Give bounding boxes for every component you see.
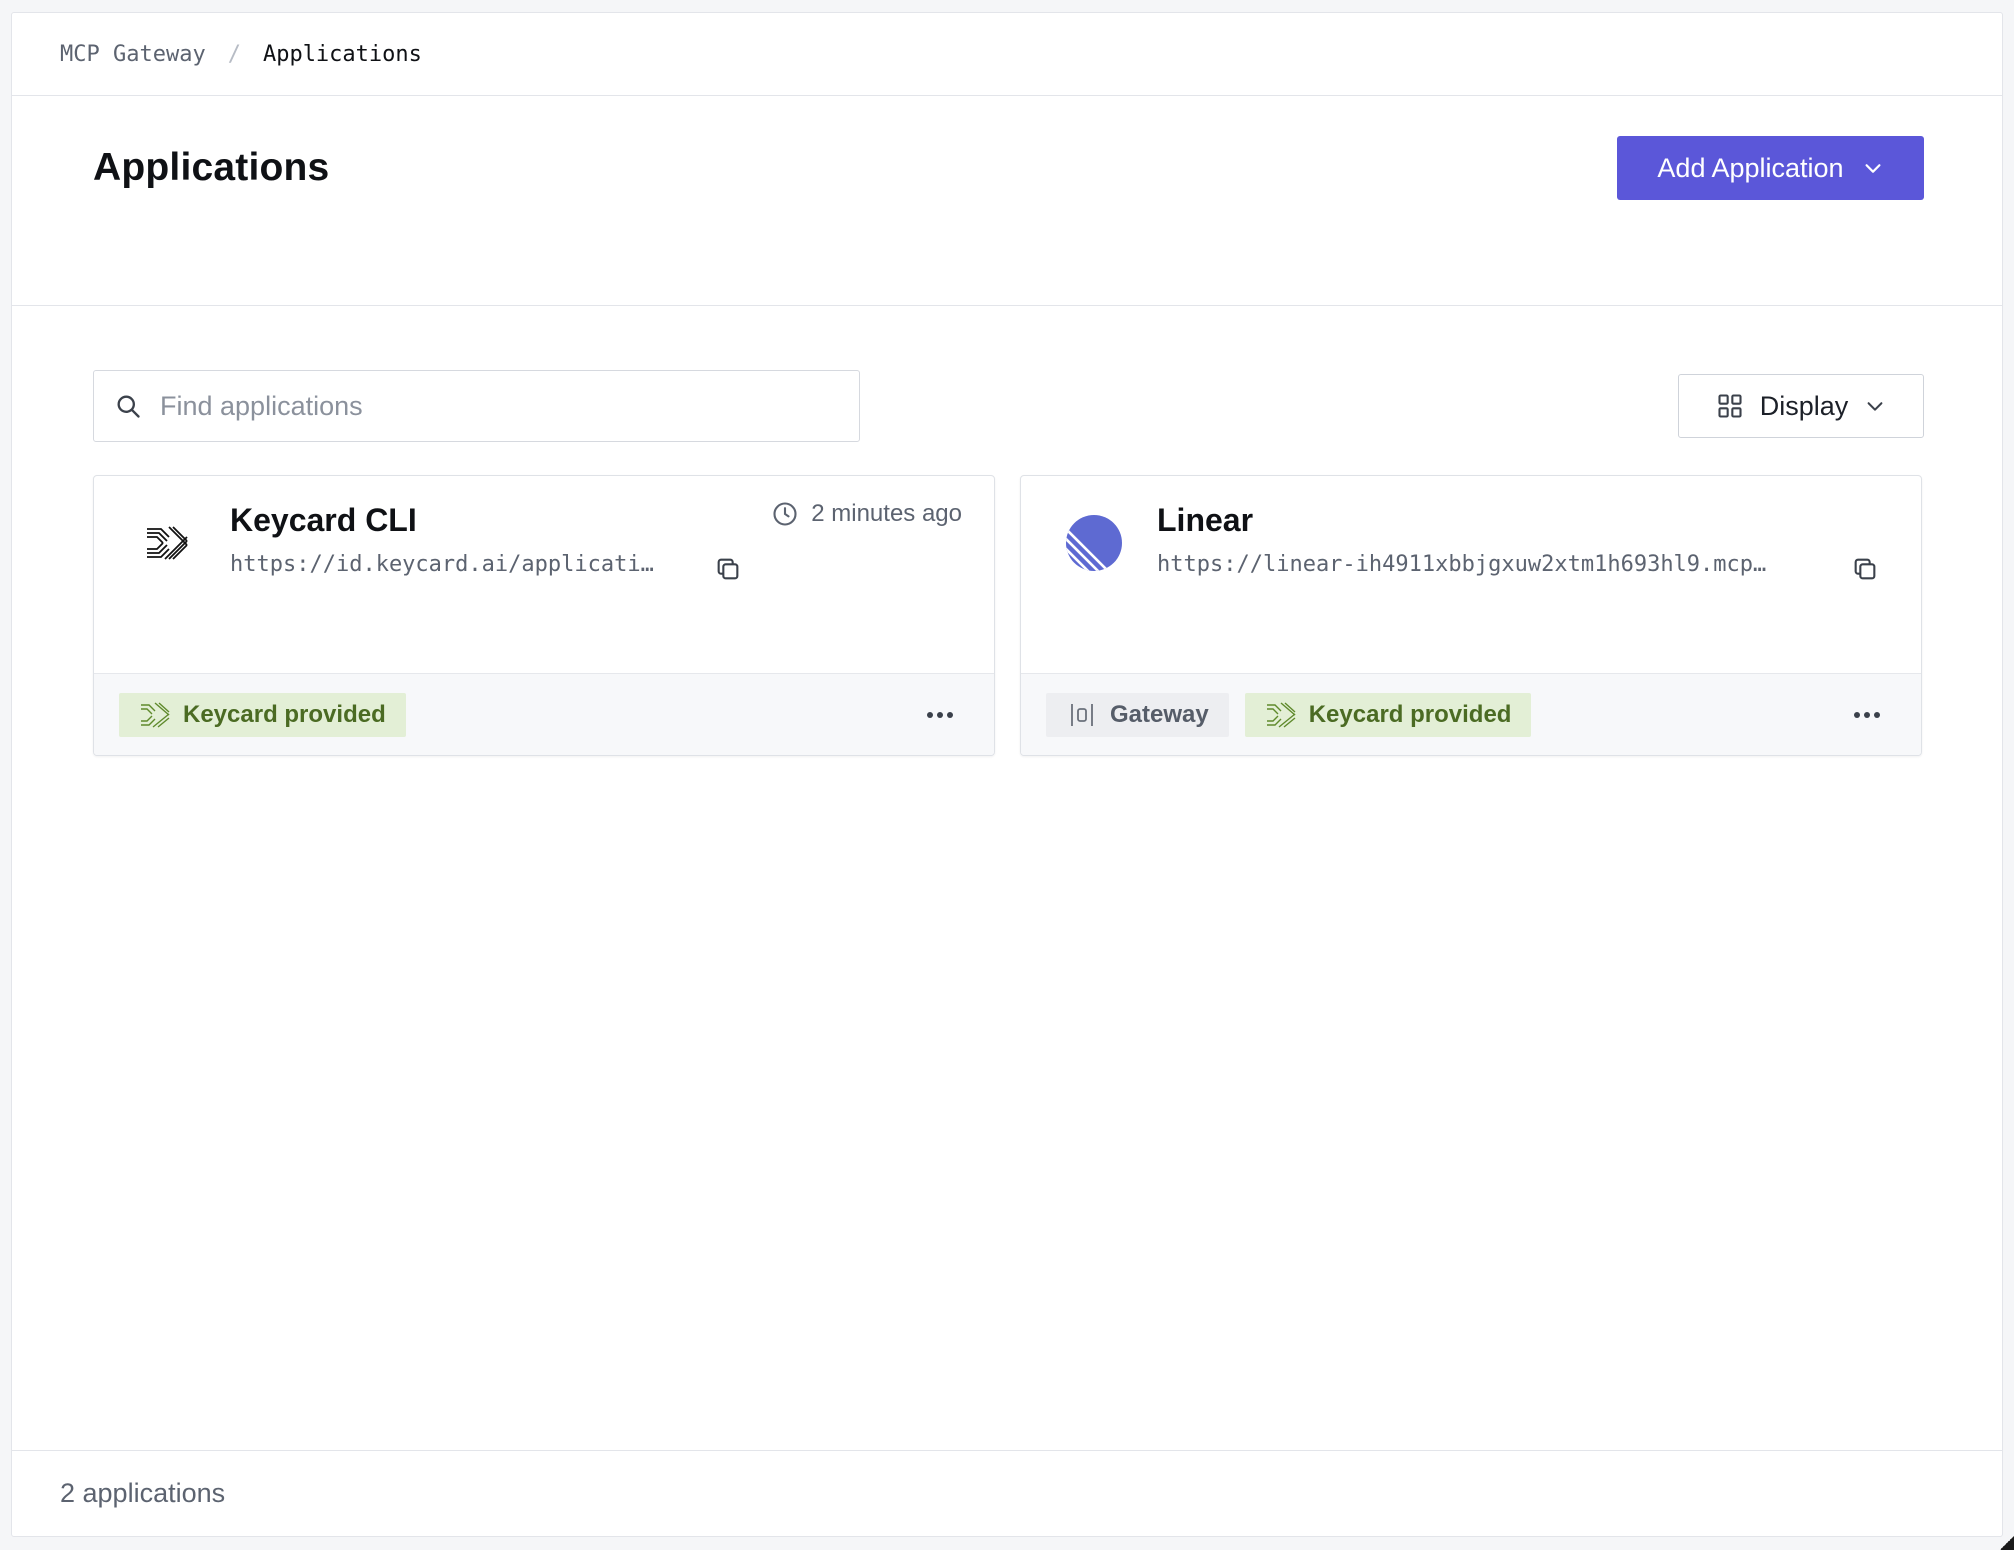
- keycard-provided-badge: Keycard provided: [1244, 692, 1532, 737]
- resize-handle[interactable]: [2000, 1536, 2014, 1550]
- page-header: Applications Add Application: [12, 96, 2002, 306]
- application-url: https://id.keycard.ai/applicati…: [230, 552, 654, 577]
- application-url: https://linear-ih4911xbbjgxuw2xtm1h693hl…: [1157, 552, 1767, 577]
- display-button[interactable]: Display: [1678, 374, 1924, 438]
- copy-icon[interactable]: [714, 555, 742, 583]
- card-footer: Keycard provided: [94, 673, 994, 755]
- last-updated-text: 2 minutes ago: [811, 500, 962, 527]
- ellipsis-icon: [1854, 712, 1880, 718]
- status-footer: 2 applications: [12, 1450, 2002, 1536]
- search-icon: [117, 395, 140, 418]
- last-updated: 2 minutes ago: [771, 500, 962, 528]
- search-input[interactable]: [160, 390, 800, 422]
- breadcrumb-item-applications: Applications: [262, 41, 422, 67]
- keycard-mark-icon: [141, 701, 170, 728]
- keycard-provided-badge: Keycard provided: [119, 692, 406, 737]
- add-application-label: Add Application: [1657, 152, 1844, 183]
- gateway-icon: [1071, 703, 1093, 726]
- page-title: Applications: [93, 146, 330, 189]
- chevron-down-icon: [1867, 402, 1883, 411]
- badge-label: Gateway: [1110, 700, 1209, 728]
- gateway-badge: Gateway: [1046, 692, 1229, 737]
- badge-label: Keycard provided: [183, 700, 386, 728]
- app-window: MCP Gateway / Applications Applications …: [11, 12, 2003, 1537]
- add-application-button[interactable]: Add Application: [1617, 136, 1924, 200]
- keycard-logo-icon: [138, 514, 196, 572]
- breadcrumb: MCP Gateway / Applications: [12, 13, 2002, 96]
- application-count: 2 applications: [60, 1478, 226, 1508]
- copy-icon[interactable]: [1851, 555, 1879, 583]
- linear-logo-icon: [1065, 514, 1123, 572]
- ellipsis-icon: [927, 712, 953, 718]
- application-card[interactable]: Linear https://linear-ih4911xbbjgxuw2xtm…: [1020, 475, 1922, 756]
- application-name[interactable]: Keycard CLI: [230, 502, 417, 539]
- search-box[interactable]: [93, 370, 860, 442]
- more-options-button[interactable]: [1847, 695, 1887, 735]
- grid-view-icon: [1718, 394, 1742, 418]
- clock-icon: [773, 502, 797, 526]
- display-label: Display: [1759, 390, 1849, 421]
- breadcrumb-separator: /: [227, 41, 241, 67]
- more-options-button[interactable]: [920, 695, 960, 735]
- applications-grid: Keycard CLI https://id.keycard.ai/applic…: [93, 475, 1922, 756]
- breadcrumb-item-mcp-gateway[interactable]: MCP Gateway: [60, 42, 206, 67]
- application-card[interactable]: Keycard CLI https://id.keycard.ai/applic…: [93, 475, 995, 756]
- badge-label: Keycard provided: [1308, 700, 1512, 728]
- application-name[interactable]: Linear: [1157, 502, 1253, 539]
- keycard-mark-icon: [1266, 701, 1296, 728]
- toolbar: Display: [12, 306, 2002, 442]
- chevron-down-icon: [1865, 164, 1881, 173]
- card-footer: Gateway Keycard provided: [1021, 673, 1921, 755]
